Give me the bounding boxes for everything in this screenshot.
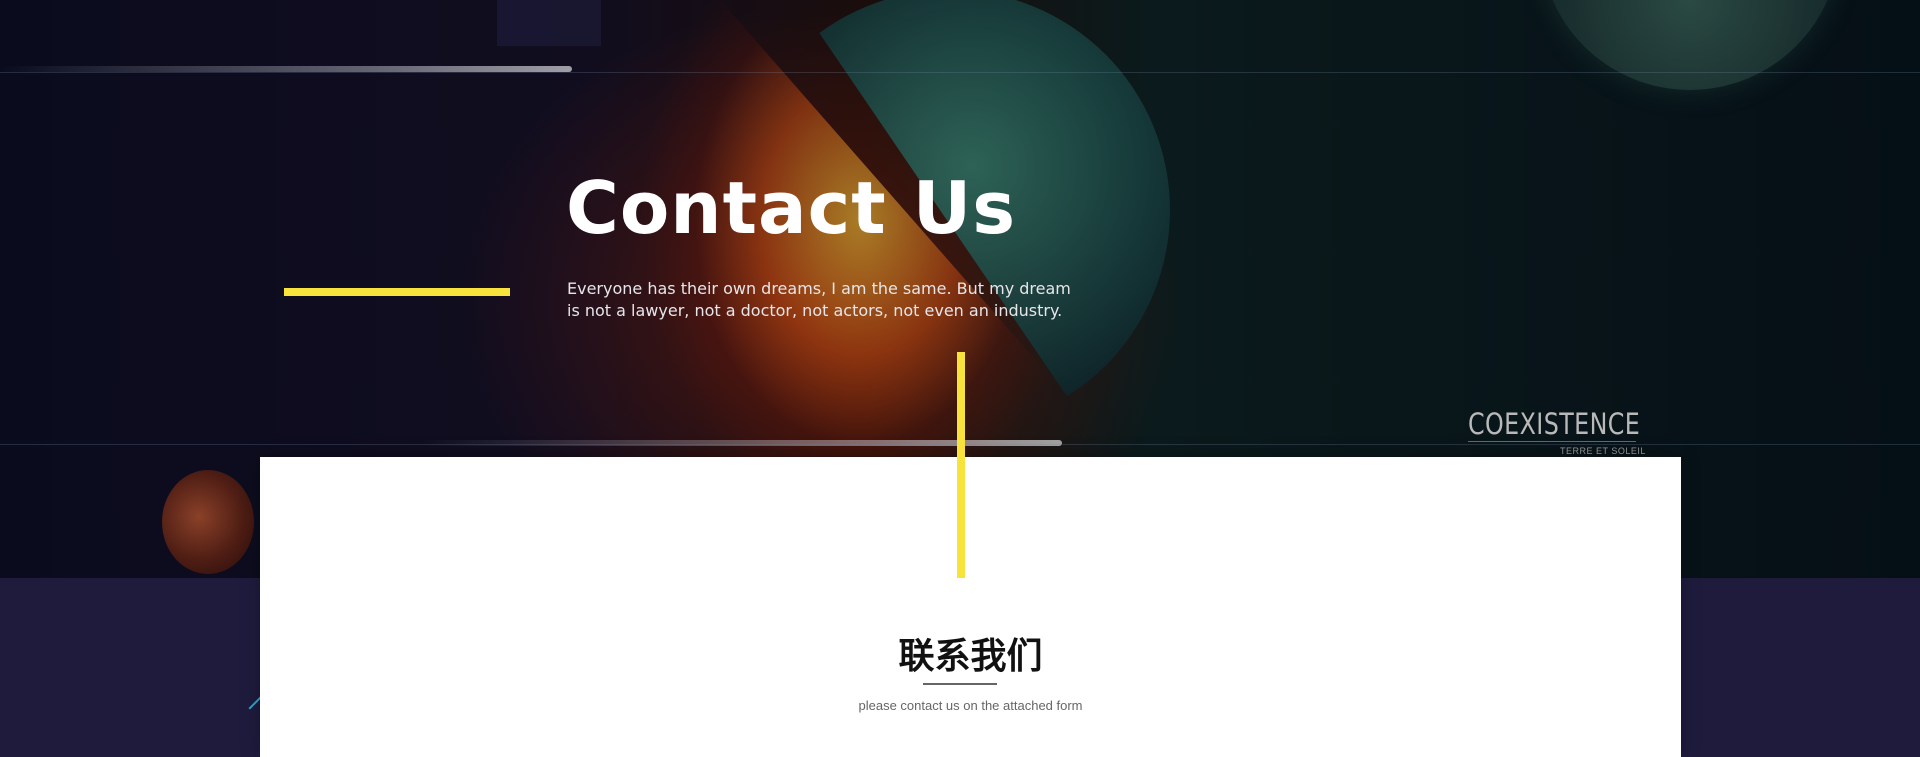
hero-description: Everyone has their own dreams, I am the … bbox=[567, 279, 1071, 320]
brand-tagline: TERRE ET SOLEIL bbox=[1560, 446, 1646, 456]
brand-underline bbox=[1468, 441, 1636, 442]
accent-bar-horizontal bbox=[284, 288, 510, 296]
accent-bar-vertical bbox=[957, 352, 965, 578]
page-title: Contact Us bbox=[566, 166, 1017, 250]
contact-title-underline bbox=[923, 683, 997, 685]
contact-title: 联系我们 bbox=[898, 636, 1043, 677]
small-planet-image bbox=[162, 470, 254, 574]
brand-logo-text: COEXISTENCE bbox=[1468, 407, 1641, 441]
top-planet-image bbox=[1540, 0, 1840, 90]
contact-subtitle: please contact us on the attached form bbox=[858, 698, 1083, 713]
divider-line-top bbox=[0, 72, 1920, 73]
light-streak-bottom bbox=[420, 440, 1062, 446]
contact-card: 联系我们 please contact us on the attached f… bbox=[260, 457, 1681, 757]
decorative-box bbox=[497, 0, 601, 46]
